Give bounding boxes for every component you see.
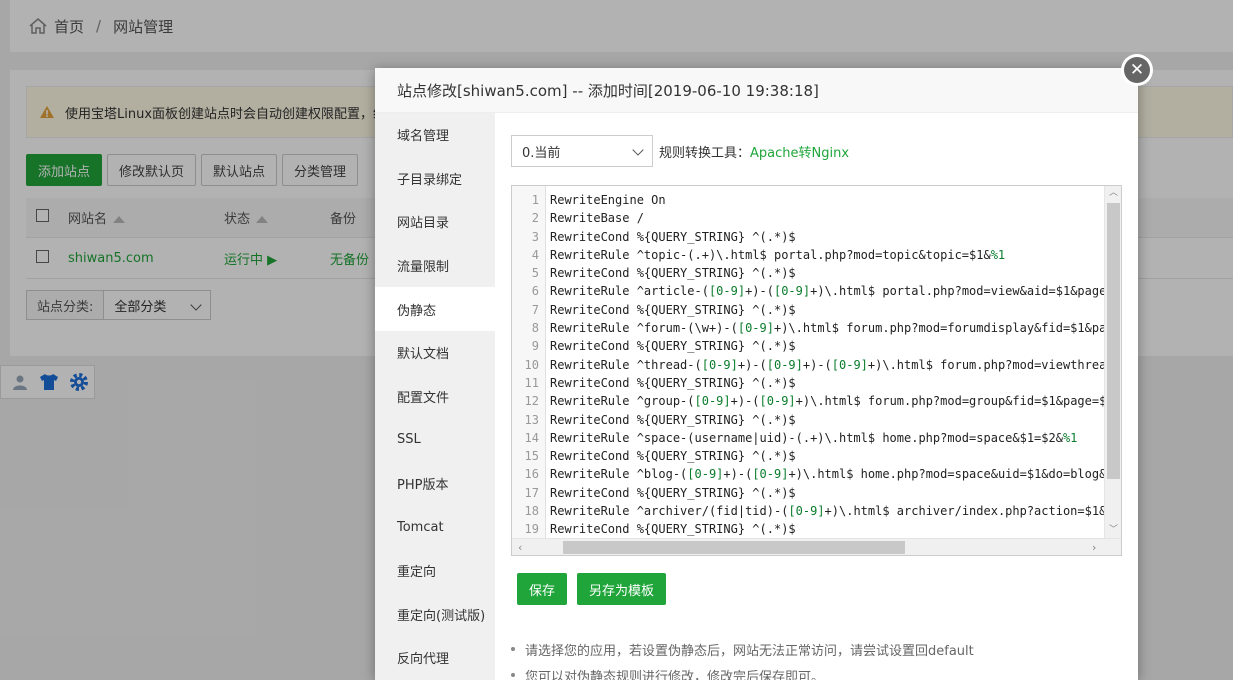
line-number: 15 xyxy=(524,449,539,464)
code-line[interactable]: RewriteRule ^topic-(.+)\.html$ portal.ph… xyxy=(546,246,1104,264)
line-number: 19 xyxy=(524,522,539,537)
vertical-scrollbar[interactable]: ︿ ﹀ xyxy=(1104,186,1121,538)
nav-subdir-binding[interactable]: 子目录绑定 xyxy=(375,157,495,201)
horizontal-scrollbar[interactable]: ‹ › xyxy=(512,538,1121,555)
rewrite-version-value: 0.当前 xyxy=(522,145,561,161)
chevron-down-icon xyxy=(632,144,644,156)
code-area[interactable]: RewriteEngine On RewriteBase / RewriteCond… xyxy=(546,186,1104,538)
rule-row: 0.当前 规则转换工具： Apache转Nginx xyxy=(511,135,849,167)
code-line[interactable]: RewriteCond %{QUERY_STRING} ^(.*)$ xyxy=(546,484,1104,502)
line-number: 17 xyxy=(524,485,539,500)
code-line[interactable]: RewriteRule ^thread-([0-9]+)-([0-9]+)-([… xyxy=(546,356,1104,374)
line-number: 7 xyxy=(531,302,539,317)
line-number-gutter: 1 2 3 4 5 6 7 8 9 10 11 12 13 14 15 16 17 18 19 xyxy=(512,186,546,538)
line-number: 10 xyxy=(524,357,539,372)
apache-to-nginx-link[interactable]: Apache转Nginx xyxy=(750,142,849,161)
nav-default-doc[interactable]: 默认文档 xyxy=(375,331,495,375)
line-number: 4 xyxy=(531,247,539,262)
modal-title: 站点修改[shiwan5.com] -- 添加时间[2019-06-10 19:… xyxy=(375,68,1138,113)
code-line[interactable]: RewriteEngine On xyxy=(546,191,1104,209)
nav-redirect[interactable]: 重定向 xyxy=(375,549,495,593)
scroll-left-icon[interactable]: ‹ xyxy=(518,542,522,553)
code-line[interactable]: RewriteRule ^archiver/(fid|tid)-([0-9]+)… xyxy=(546,502,1104,520)
nav-ssl[interactable]: SSL xyxy=(375,418,495,462)
line-number: 3 xyxy=(531,229,539,244)
line-number: 14 xyxy=(524,430,539,445)
line-number: 16 xyxy=(524,467,539,482)
save-button[interactable]: 保存 xyxy=(517,573,568,605)
line-number: 8 xyxy=(531,321,539,336)
nav-site-directory[interactable]: 网站目录 xyxy=(375,200,495,244)
action-row: 保存 另存为模板 xyxy=(517,573,667,605)
nav-rewrite[interactable]: 伪静态 xyxy=(375,287,495,331)
line-number: 1 xyxy=(531,193,539,207)
close-modal-button[interactable]: ✕ xyxy=(1121,54,1153,86)
code-line[interactable]: RewriteRule ^blog-([0-9]+)-([0-9]+)\.htm… xyxy=(546,465,1104,483)
close-icon[interactable]: ✕ xyxy=(1124,57,1150,83)
line-number: 13 xyxy=(524,412,539,427)
line-number: 2 xyxy=(531,211,539,226)
code-line[interactable]: RewriteRule ^space-(username|uid)-(.+)\.… xyxy=(546,429,1104,447)
code-line[interactable]: RewriteCond %{QUERY_STRING} ^(.*)$ xyxy=(546,374,1104,392)
scroll-down-icon[interactable]: ﹀ xyxy=(1109,526,1118,535)
site-edit-modal: 站点修改[shiwan5.com] -- 添加时间[2019-06-10 19:… xyxy=(375,68,1138,680)
code-line[interactable]: RewriteCond %{QUERY_STRING} ^(.*)$ xyxy=(546,411,1104,429)
rewrite-version-select[interactable]: 0.当前 xyxy=(511,135,653,167)
nav-reverse-proxy[interactable]: 反向代理 xyxy=(375,636,495,680)
modal-side-nav: 域名管理 子目录绑定 网站目录 流量限制 伪静态 默认文档 配置文件 SSL P… xyxy=(375,113,495,680)
scroll-up-icon[interactable]: ︿ xyxy=(1109,189,1118,198)
nav-redirect-beta[interactable]: 重定向(测试版) xyxy=(375,593,495,637)
horizontal-scroll-thumb[interactable] xyxy=(563,541,905,554)
code-line[interactable]: RewriteRule ^forum-(\w+)-([0-9]+)\.html$… xyxy=(546,319,1104,337)
code-line[interactable]: RewriteCond %{QUERY_STRING} ^(.*)$ xyxy=(546,447,1104,465)
tips-list: 请选择您的应用，若设置伪静态后，网站无法正常访问，请尝试设置回default 您… xyxy=(511,636,1111,680)
line-number: 18 xyxy=(524,504,539,519)
tip-item: 请选择您的应用，若设置伪静态后，网站无法正常访问，请尝试设置回default xyxy=(511,636,1111,662)
code-line[interactable]: RewriteCond %{QUERY_STRING} ^(.*)$ xyxy=(546,520,1104,538)
nav-domain[interactable]: 域名管理 xyxy=(375,113,495,157)
scroll-right-icon[interactable]: › xyxy=(1092,542,1096,553)
code-line[interactable]: RewriteCond %{QUERY_STRING} ^(.*)$ xyxy=(546,301,1104,319)
line-number: 5 xyxy=(531,266,539,281)
code-line[interactable]: RewriteCond %{QUERY_STRING} ^(.*)$ xyxy=(546,337,1104,355)
code-line[interactable]: RewriteRule ^group-([0-9]+)-([0-9]+)\.ht… xyxy=(546,392,1104,410)
nav-tomcat[interactable]: Tomcat xyxy=(375,505,495,549)
rewrite-panel: 0.当前 规则转换工具： Apache转Nginx 1 2 3 4 5 6 7 8 9 10 11 1… xyxy=(495,113,1138,680)
rewrite-code-editor[interactable]: 1 2 3 4 5 6 7 8 9 10 11 12 13 14 15 16 17 18 19 RewriteEng… xyxy=(511,185,1122,556)
tip-item: 您可以对伪静态规则进行修改，修改完后保存即可。 xyxy=(511,662,1111,680)
vertical-scroll-thumb[interactable] xyxy=(1107,203,1120,479)
nav-php-version[interactable]: PHP版本 xyxy=(375,462,495,506)
save-as-template-button[interactable]: 另存为模板 xyxy=(577,573,667,605)
nav-config-file[interactable]: 配置文件 xyxy=(375,375,495,419)
line-number: 11 xyxy=(524,375,539,390)
code-line[interactable]: RewriteCond %{QUERY_STRING} ^(.*)$ xyxy=(546,228,1104,246)
nav-traffic-limit[interactable]: 流量限制 xyxy=(375,244,495,288)
line-number: 9 xyxy=(531,339,539,354)
converter-label: 规则转换工具： xyxy=(659,145,751,161)
line-number: 12 xyxy=(524,394,539,409)
line-number: 6 xyxy=(531,284,539,299)
code-line[interactable]: RewriteCond %{QUERY_STRING} ^(.*)$ xyxy=(546,264,1104,282)
code-line[interactable]: RewriteRule ^article-([0-9]+)-([0-9]+)\.… xyxy=(546,282,1104,300)
code-line[interactable]: RewriteBase / xyxy=(546,209,1104,227)
